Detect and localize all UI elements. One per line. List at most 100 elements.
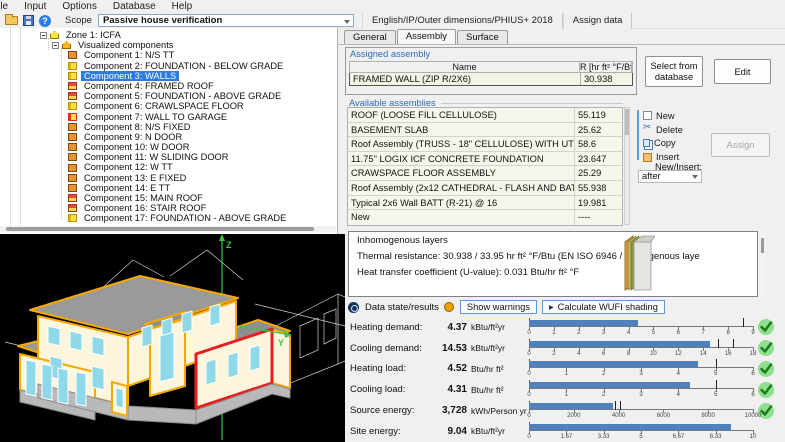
action-list: New Delete Copy Insert	[643, 109, 683, 164]
result-value: 4.37	[429, 322, 467, 333]
assembly-name: Roof Assembly (TRUSS - 18" CELLULOSE) WI…	[348, 137, 574, 151]
wall-icon	[68, 62, 77, 70]
tree-item-component-13[interactable]: Component 13: E FIXED	[0, 173, 337, 183]
select-from-database-button[interactable]: Select from database	[645, 56, 703, 87]
result-label: Source energy:	[345, 405, 429, 416]
collapse-expander[interactable]	[52, 42, 59, 49]
edit-button[interactable]: Edit	[714, 59, 771, 84]
tab-general[interactable]: General	[344, 30, 396, 44]
tree-item-component-12[interactable]: Component 12: W TT	[0, 162, 337, 172]
result-gauge: 024681012141618	[529, 339, 753, 358]
assembly-row[interactable]: BASEMENT SLAB25.62	[348, 123, 622, 138]
tree-item-label: Zone 1: ICFA	[63, 30, 124, 40]
tree-item-component-11[interactable]: Component 11: W SLIDING DOOR	[0, 152, 337, 162]
menu-input[interactable]: Input	[16, 1, 54, 12]
data-state-icon[interactable]	[348, 302, 359, 313]
assign-data-tab[interactable]: Assign data	[563, 13, 633, 29]
tab-surface[interactable]: Surface	[457, 30, 508, 44]
tab-assembly[interactable]: Assembly	[397, 29, 456, 44]
column-header-name: Name	[350, 62, 580, 72]
gauge-tick-label: 3.33	[598, 434, 610, 440]
save-icon[interactable]	[23, 15, 34, 26]
open-file-icon[interactable]	[5, 16, 18, 25]
menu-options[interactable]: Options	[54, 1, 104, 12]
assembly-row[interactable]: 11.75" LOGIX ICF CONCRETE FOUNDATION23.6…	[348, 152, 622, 167]
tree-item-component-14[interactable]: Component 14: E TT	[0, 183, 337, 193]
assembly-row[interactable]: ROOF (LOOSE FILL CELLULOSE)55.119	[348, 108, 622, 123]
insert-icon	[643, 153, 652, 162]
tree-item-component-5[interactable]: Component 5: FOUNDATION - ABOVE GRADE	[0, 91, 337, 101]
insert-position-dropdown[interactable]: after	[638, 170, 702, 183]
assembly-row[interactable]: Typical 2x6 Wall BATT (R-21) @ 1619.981	[348, 196, 622, 211]
tree-item-component-10[interactable]: Component 10: W DOOR	[0, 142, 337, 152]
tree-item-component-9[interactable]: Component 9: N DOOR	[0, 132, 337, 142]
tree-item-component-8[interactable]: Component 8: N/S FIXED	[0, 122, 337, 132]
assembly-row[interactable]: Roof Assembly (TRUSS - 18" CELLULOSE) WI…	[348, 137, 622, 152]
window-icon	[68, 143, 77, 151]
tree-item-component-6[interactable]: Component 6: CRAWLSPACE FLOOR	[0, 101, 337, 111]
scope-dropdown[interactable]: Passive house verification	[98, 14, 354, 27]
tree-item-component-2[interactable]: Component 2: FOUNDATION - BELOW GRADE	[0, 61, 337, 71]
gauge-bar	[529, 341, 710, 347]
result-value: 4.31	[429, 384, 467, 395]
assigned-assembly-row[interactable]: FRAMED WALL (ZIP R/2X6) 30.938	[349, 73, 633, 86]
results-title: Data state/results	[365, 302, 439, 313]
result-row: Cooling demand:14.53kBtu/ft²yr0246810121…	[345, 338, 785, 359]
result-label: Heating demand:	[345, 322, 429, 333]
menu-database[interactable]: Database	[105, 1, 164, 12]
assembly-row[interactable]: Roof Assembly (2x12 CATHEDRAL - FLASH AN…	[348, 181, 622, 196]
units-mode-tab[interactable]: English/IP/Outer dimensions/PHIUS+ 2018	[362, 13, 563, 29]
assembly-row[interactable]: CRAWSPACE FLOOR ASSEMBLY25.29	[348, 166, 622, 181]
show-warnings-button[interactable]: Show warnings	[460, 300, 537, 314]
copy-button[interactable]: Copy	[643, 137, 683, 151]
gauge-axis	[529, 409, 753, 410]
result-value: 3,728	[429, 405, 467, 416]
gauge-tick-label: 10	[650, 351, 657, 357]
assembly-name: ROOF (LOOSE FILL CELLULOSE)	[348, 108, 574, 122]
tree-item-label: Component 13: E FIXED	[81, 173, 189, 183]
y-axis-label: Y	[278, 338, 284, 348]
assign-button[interactable]: Assign	[711, 133, 770, 157]
gauge-limit-marker	[615, 401, 616, 410]
collapse-expander[interactable]	[40, 32, 47, 39]
result-value: 9.04	[429, 426, 467, 437]
gauge-tick-label: 6	[677, 330, 680, 336]
tree-item-zone[interactable]: Zone 1: ICFA	[0, 30, 337, 40]
tree-item-component-15[interactable]: Component 15: MAIN ROOF	[0, 193, 337, 203]
tree-item-visualized-components[interactable]: Visualized components	[0, 40, 337, 50]
scissors-icon	[643, 125, 652, 134]
new-button[interactable]: New	[643, 109, 683, 123]
tree-item-label: Component 14: E TT	[81, 183, 173, 193]
help-icon[interactable]	[39, 15, 51, 27]
gauge-tick-label: 8000	[702, 413, 715, 419]
gauge-limit-marker	[716, 380, 717, 389]
tree-item-label: Visualized components	[75, 40, 176, 50]
result-row: Heating demand:4.37kBtu/ft²yr0123456789	[345, 317, 785, 338]
3d-model-viewport[interactable]: Z Y	[0, 234, 345, 442]
tree-item-label: Component 5: FOUNDATION - ABOVE GRADE	[81, 91, 284, 101]
result-label: Heating load:	[345, 363, 429, 374]
wufi-passive-window: FileInputOptionsDatabaseHelp Scope Passi…	[0, 0, 785, 442]
window-icon	[68, 51, 77, 59]
layers-panel-scrollbar[interactable]	[760, 233, 765, 295]
menu-file[interactable]: File	[0, 1, 16, 12]
result-row: Cooling load:4.31Btu/hr ft²0123456	[345, 379, 785, 400]
calculate-wufi-shading-button[interactable]: Calculate WUFI shading	[542, 300, 665, 314]
gauge-tick-label: 8.33	[710, 434, 722, 440]
gauge-tick-label: 0	[527, 413, 530, 419]
assembly-row[interactable]: New----	[348, 210, 622, 225]
group-icon	[62, 41, 71, 49]
tree-item-component-1[interactable]: Component 1: N/S TT	[0, 50, 337, 60]
result-gauge: 0123456	[529, 359, 753, 378]
menu-help[interactable]: Help	[164, 1, 201, 12]
tree-item-component-7[interactable]: Component 7: WALL TO GARAGE	[0, 112, 337, 122]
tree-item-component-16[interactable]: Component 16: STAIR ROOF	[0, 203, 337, 213]
tree-item-component-3[interactable]: Component 3: WALLS	[0, 71, 337, 81]
tree-horizontal-scrollbar[interactable]	[0, 226, 336, 232]
delete-button[interactable]: Delete	[643, 123, 683, 137]
tree-item-component-17[interactable]: Component 17: FOUNDATION - ABOVE GRADE	[0, 213, 337, 223]
result-unit: kBtu/ft²yr	[467, 322, 523, 332]
tree-item-component-4[interactable]: Component 4: FRAMED ROOF	[0, 81, 337, 91]
available-assemblies-scrollbar[interactable]	[624, 107, 630, 225]
z-axis-label: Z	[226, 240, 232, 250]
